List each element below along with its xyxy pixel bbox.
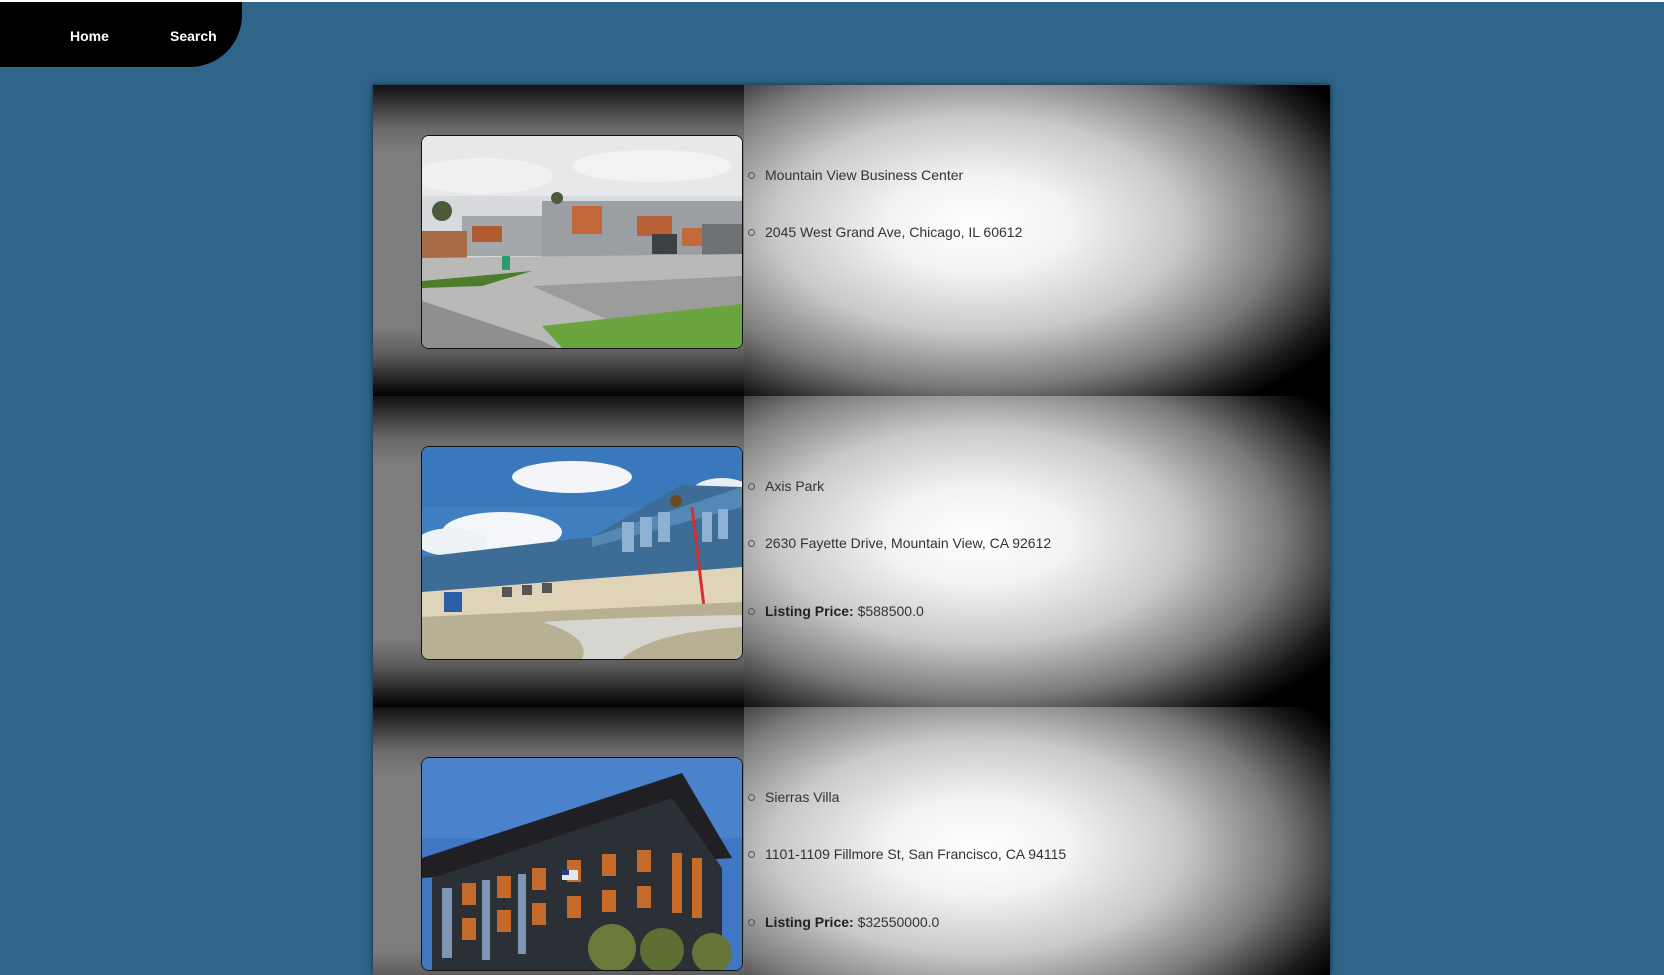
listing-card[interactable]: Axis Park 2630 Fayette Drive, Mountain V… <box>373 396 1330 707</box>
bullet-icon <box>748 919 755 926</box>
listing-card[interactable]: Sierras Villa 1101-1109 Fillmore St, San… <box>373 707 1330 975</box>
bullet-icon <box>748 608 755 615</box>
listing-address-item: 2045 West Grand Ave, Chicago, IL 60612 <box>748 224 1023 240</box>
listing-panel: Mountain View Business Center 2045 West … <box>373 85 1330 975</box>
listing-name-item: Mountain View Business Center <box>748 167 964 183</box>
listing-name: Sierras Villa <box>765 789 840 805</box>
listing-address: 2045 West Grand Ave, Chicago, IL 60612 <box>765 224 1023 240</box>
bullet-icon <box>748 540 755 547</box>
top-nav: Home Search <box>0 2 242 67</box>
listing-photo[interactable] <box>421 135 743 349</box>
bullet-icon <box>748 483 755 490</box>
listing-price-item: Listing Price: $588500.0 <box>748 603 924 619</box>
listing-card[interactable]: Mountain View Business Center 2045 West … <box>373 85 1330 396</box>
top-border <box>0 0 1664 2</box>
nav-home-link[interactable]: Home <box>70 28 109 44</box>
listing-address: 2630 Fayette Drive, Mountain View, CA 92… <box>765 535 1052 551</box>
bullet-icon <box>748 229 755 236</box>
listing-price-label: Listing Price: <box>765 603 854 619</box>
listing-photo[interactable] <box>421 446 743 660</box>
listing-name-item: Axis Park <box>748 478 825 494</box>
listing-price-value: $32550000.0 <box>857 914 940 930</box>
listing-address-item: 2630 Fayette Drive, Mountain View, CA 92… <box>748 535 1052 551</box>
listing-address-item: 1101-1109 Fillmore St, San Francisco, CA… <box>748 846 1067 862</box>
listing-name: Axis Park <box>765 478 825 494</box>
listing-name-item: Sierras Villa <box>748 789 840 805</box>
nav-search-link[interactable]: Search <box>170 28 217 44</box>
bullet-icon <box>748 851 755 858</box>
listing-name: Mountain View Business Center <box>765 167 964 183</box>
bullet-icon <box>748 172 755 179</box>
listing-price-item: Listing Price: $32550000.0 <box>748 914 940 930</box>
listing-price-label: Listing Price: <box>765 914 854 930</box>
listing-address: 1101-1109 Fillmore St, San Francisco, CA… <box>765 846 1067 862</box>
listing-price-value: $588500.0 <box>857 603 924 619</box>
bullet-icon <box>748 794 755 801</box>
listing-photo[interactable] <box>421 757 743 971</box>
